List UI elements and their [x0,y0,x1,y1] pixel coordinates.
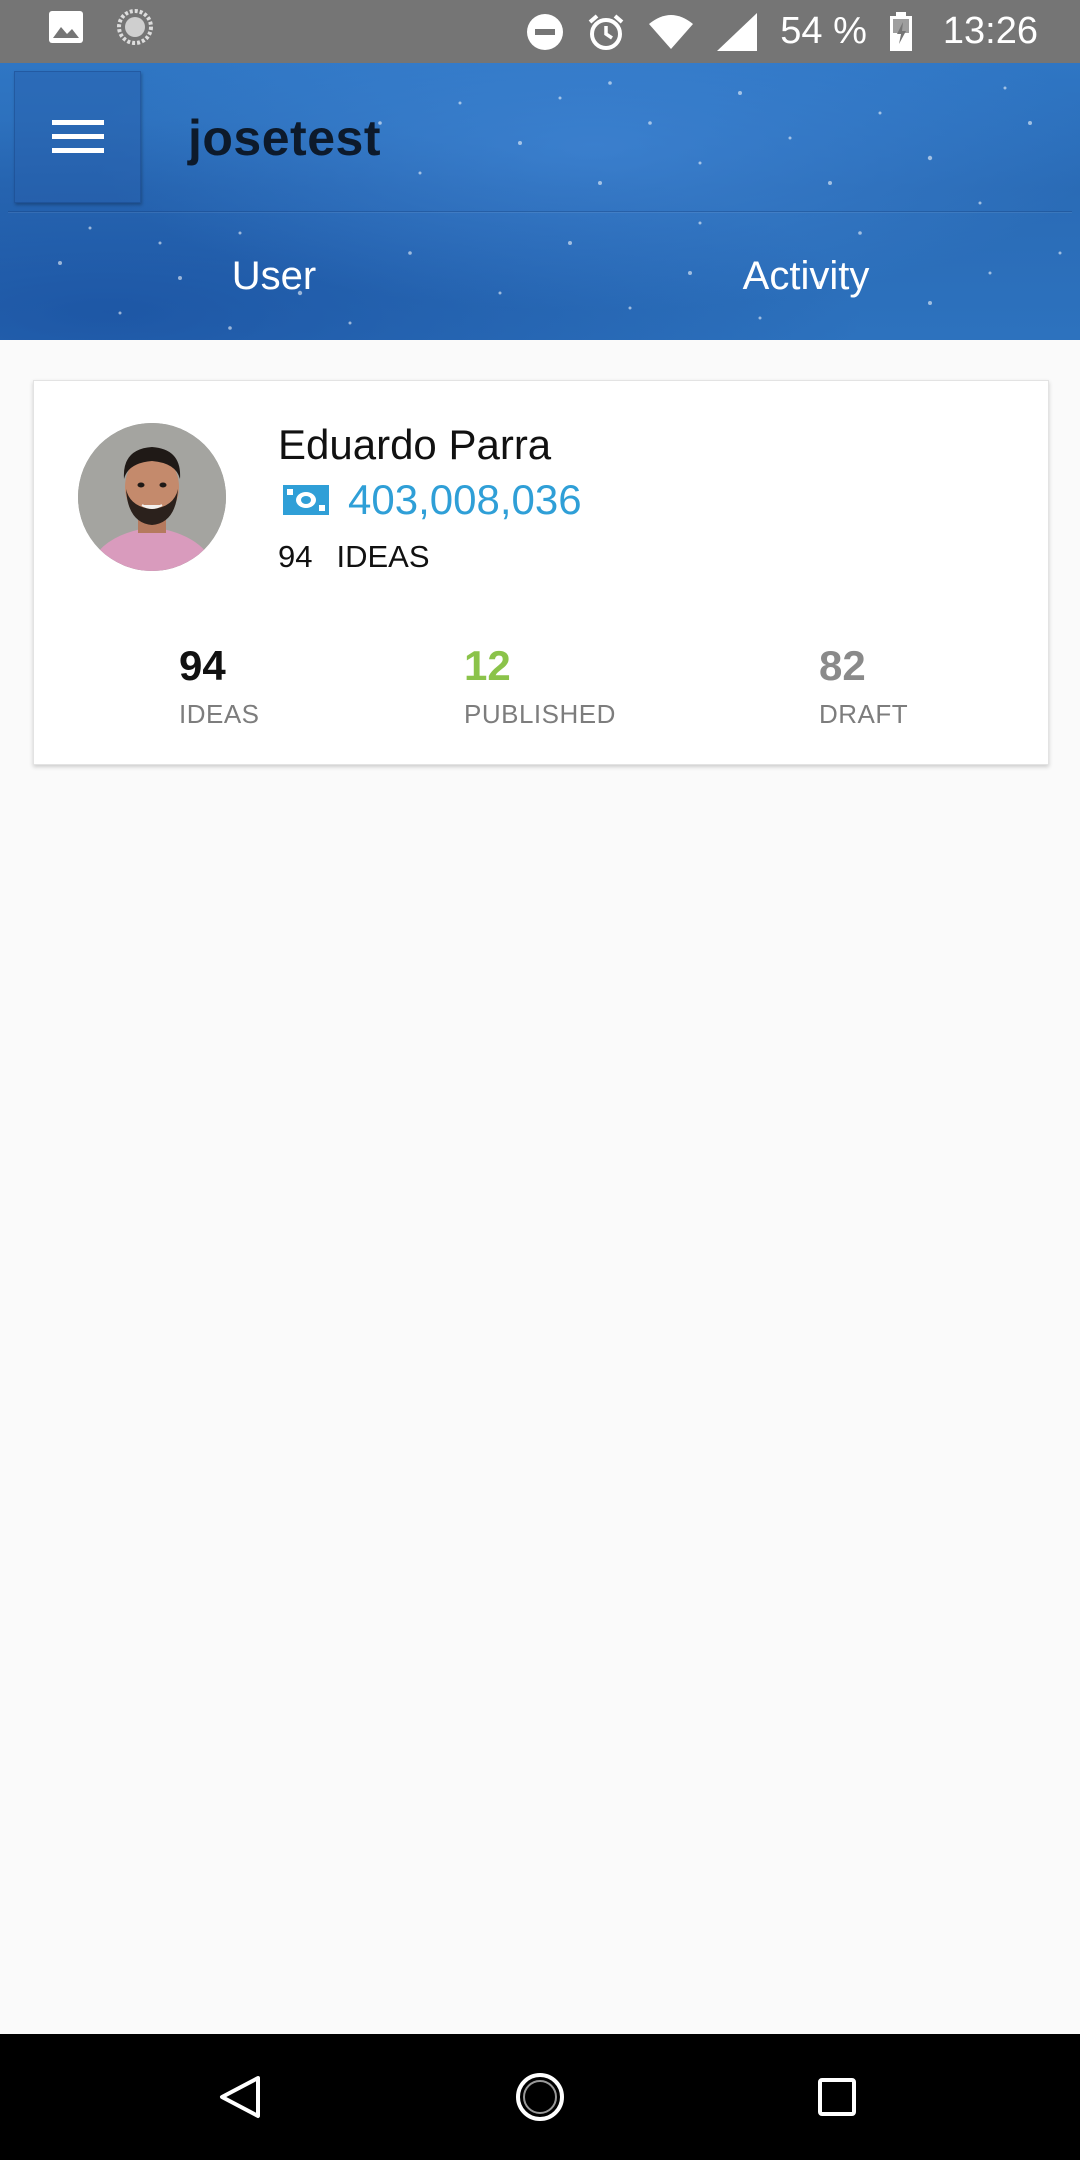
ideas-count: 94 [278,539,313,574]
back-icon [220,2076,260,2118]
ideas-label: IDEAS [336,539,430,574]
toolbar: josetest [0,63,1080,210]
stat-ideas[interactable]: 94 IDEAS [179,645,260,730]
tab-activity[interactable]: Activity [540,212,1072,340]
stats-row: 94 IDEAS 12 PUBLISHED 82 DRAFT [34,645,1048,745]
tab-bar: User Activity [8,211,1072,340]
status-time: 13:26 [942,10,1038,52]
app-title: josetest [188,110,381,166]
hamburger-menu-icon [51,120,104,153]
signal-icon [716,12,758,52]
stat-draft[interactable]: 82 DRAFT [819,645,908,730]
loading-icon [116,8,154,56]
battery-icon [889,11,913,52]
status-right-icons: 54 % 13:26 [526,10,1038,53]
stat-label: DRAFT [819,699,909,729]
money-icon [283,485,329,515]
app-header: josetest User Activity [0,63,1080,340]
stat-value: 12 [464,642,511,689]
home-icon [516,2073,564,2121]
recents-button[interactable] [767,2034,907,2160]
user-name: Eduardo Parra [278,421,552,468]
stat-label: IDEAS [179,699,260,729]
ideas-summary: 94 IDEAS [278,539,430,575]
status-bar: 54 % 13:26 [0,0,1080,63]
stat-label: PUBLISHED [464,699,616,729]
stat-value: 82 [819,642,866,689]
balance-value: 403,008,036 [348,476,582,523]
stat-published[interactable]: 12 PUBLISHED [464,645,616,730]
menu-button[interactable] [14,71,141,203]
profile-card[interactable]: Eduardo Parra 403,008,036 94 IDEAS 94 ID… [33,380,1049,765]
balance-row: 403,008,036 [282,476,582,524]
tab-label: User [231,253,317,298]
image-icon [48,10,84,54]
status-left-icons [48,8,154,56]
do-not-disturb-icon [526,13,564,51]
avatar-image [78,423,226,571]
home-button[interactable] [470,2034,610,2160]
tab-user[interactable]: User [8,212,540,340]
back-button[interactable] [170,2034,310,2160]
avatar[interactable] [78,423,226,571]
stat-value: 94 [179,642,226,689]
alarm-icon [586,12,626,52]
battery-percent: 54 % [780,10,867,52]
recents-icon [818,2078,856,2116]
navigation-bar [0,2034,1080,2160]
wifi-icon [648,14,694,50]
tab-label: Activity [742,253,870,298]
